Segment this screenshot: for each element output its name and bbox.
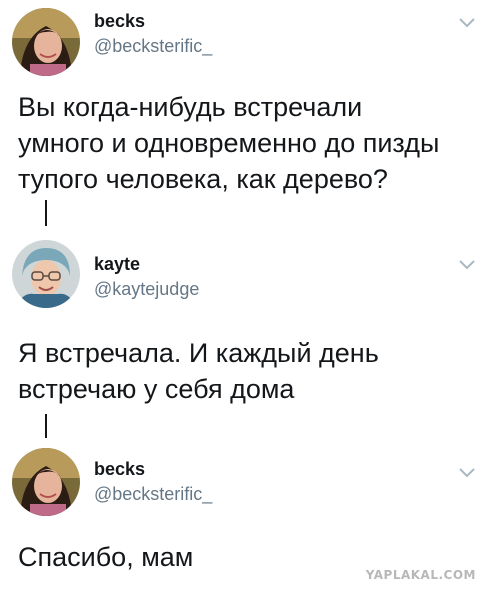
chevron-down-icon[interactable] — [458, 17, 476, 29]
chevron-down-icon[interactable] — [458, 259, 476, 271]
user-handle[interactable]: @becksterific_ — [94, 36, 212, 57]
avatar[interactable] — [12, 8, 80, 76]
user-handle[interactable]: @becksterific_ — [94, 484, 212, 505]
avatar-photo — [12, 448, 80, 516]
display-name[interactable]: becks — [94, 459, 145, 480]
thread-line — [45, 200, 47, 226]
avatar[interactable] — [12, 240, 80, 308]
watermark: YAPLAKAL.COM — [365, 568, 476, 582]
tweet-1: becks @becksterific_ Вы когда-нибудь вст… — [0, 0, 504, 230]
user-handle[interactable]: @kaytejudge — [94, 279, 199, 300]
thread-line — [45, 414, 47, 438]
avatar-photo — [12, 240, 80, 308]
avatar[interactable] — [12, 448, 80, 516]
display-name[interactable]: becks — [94, 11, 145, 32]
tweet-text: Вы когда-нибудь встречали умного и однов… — [18, 92, 440, 194]
tweet-2: kayte @kaytejudge Я встречала. И каждый … — [0, 234, 504, 444]
display-name[interactable]: kayte — [94, 254, 140, 275]
avatar-photo — [12, 8, 80, 76]
tweet-text: Я встречала. И каждый день встречаю у се… — [18, 338, 379, 404]
chevron-down-icon[interactable] — [458, 467, 476, 479]
